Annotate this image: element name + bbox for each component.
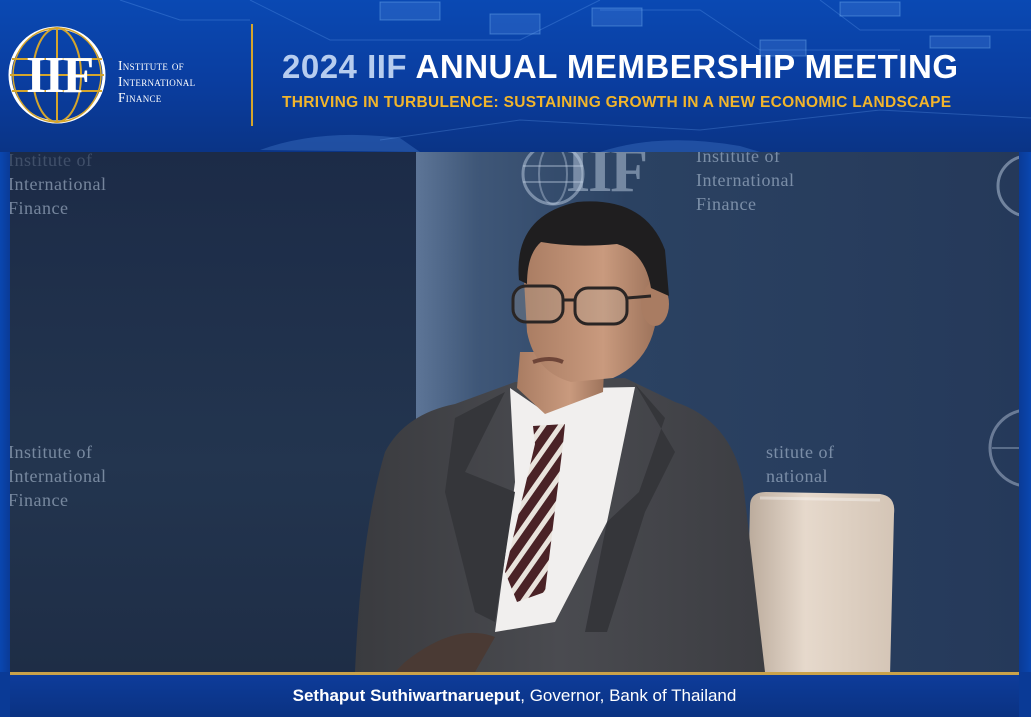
event-title: 2024 IIF ANNUAL MEMBERSHIP MEETING [282, 48, 959, 86]
speaker-figure [355, 201, 765, 672]
speaker-caption: Sethaput Suthiwartnarueput , Governor, B… [10, 675, 1019, 717]
backdrop-globe-icon-right-mid [988, 409, 1019, 487]
backdrop-globe-icon-right-top [996, 155, 1019, 217]
backdrop-wordmark-top-left: Institute of International Finance [10, 152, 107, 218]
banner-divider [251, 24, 253, 126]
frame-bottom-right [1019, 672, 1031, 717]
frame-left [0, 152, 10, 672]
logo-mark: IIF [26, 47, 94, 104]
frame-right [1019, 152, 1031, 672]
event-banner: IIF Institute of International Finance 2… [0, 0, 1031, 152]
event-title-rest: ANNUAL MEMBERSHIP MEETING [415, 48, 959, 85]
backdrop-wordmark-mid-right: stitute of national [766, 442, 835, 486]
event-subtitle: THRIVING IN TURBULENCE: SUSTAINING GROWT… [282, 94, 952, 111]
video-frame: Institute of International Finance Insti… [10, 152, 1019, 672]
logo-wordmark: Institute of International Finance [118, 58, 196, 105]
speaker-role: , Governor, Bank of Thailand [520, 686, 737, 705]
backdrop-wordmark-mid-left: Institute of International Finance [10, 442, 107, 510]
speaker-name: Sethaput Suthiwartnarueput [292, 686, 521, 705]
frame-bottom-left [0, 672, 10, 717]
iif-logo: IIF Institute of International Finance [6, 24, 246, 128]
event-title-year: 2024 IIF [282, 48, 408, 85]
